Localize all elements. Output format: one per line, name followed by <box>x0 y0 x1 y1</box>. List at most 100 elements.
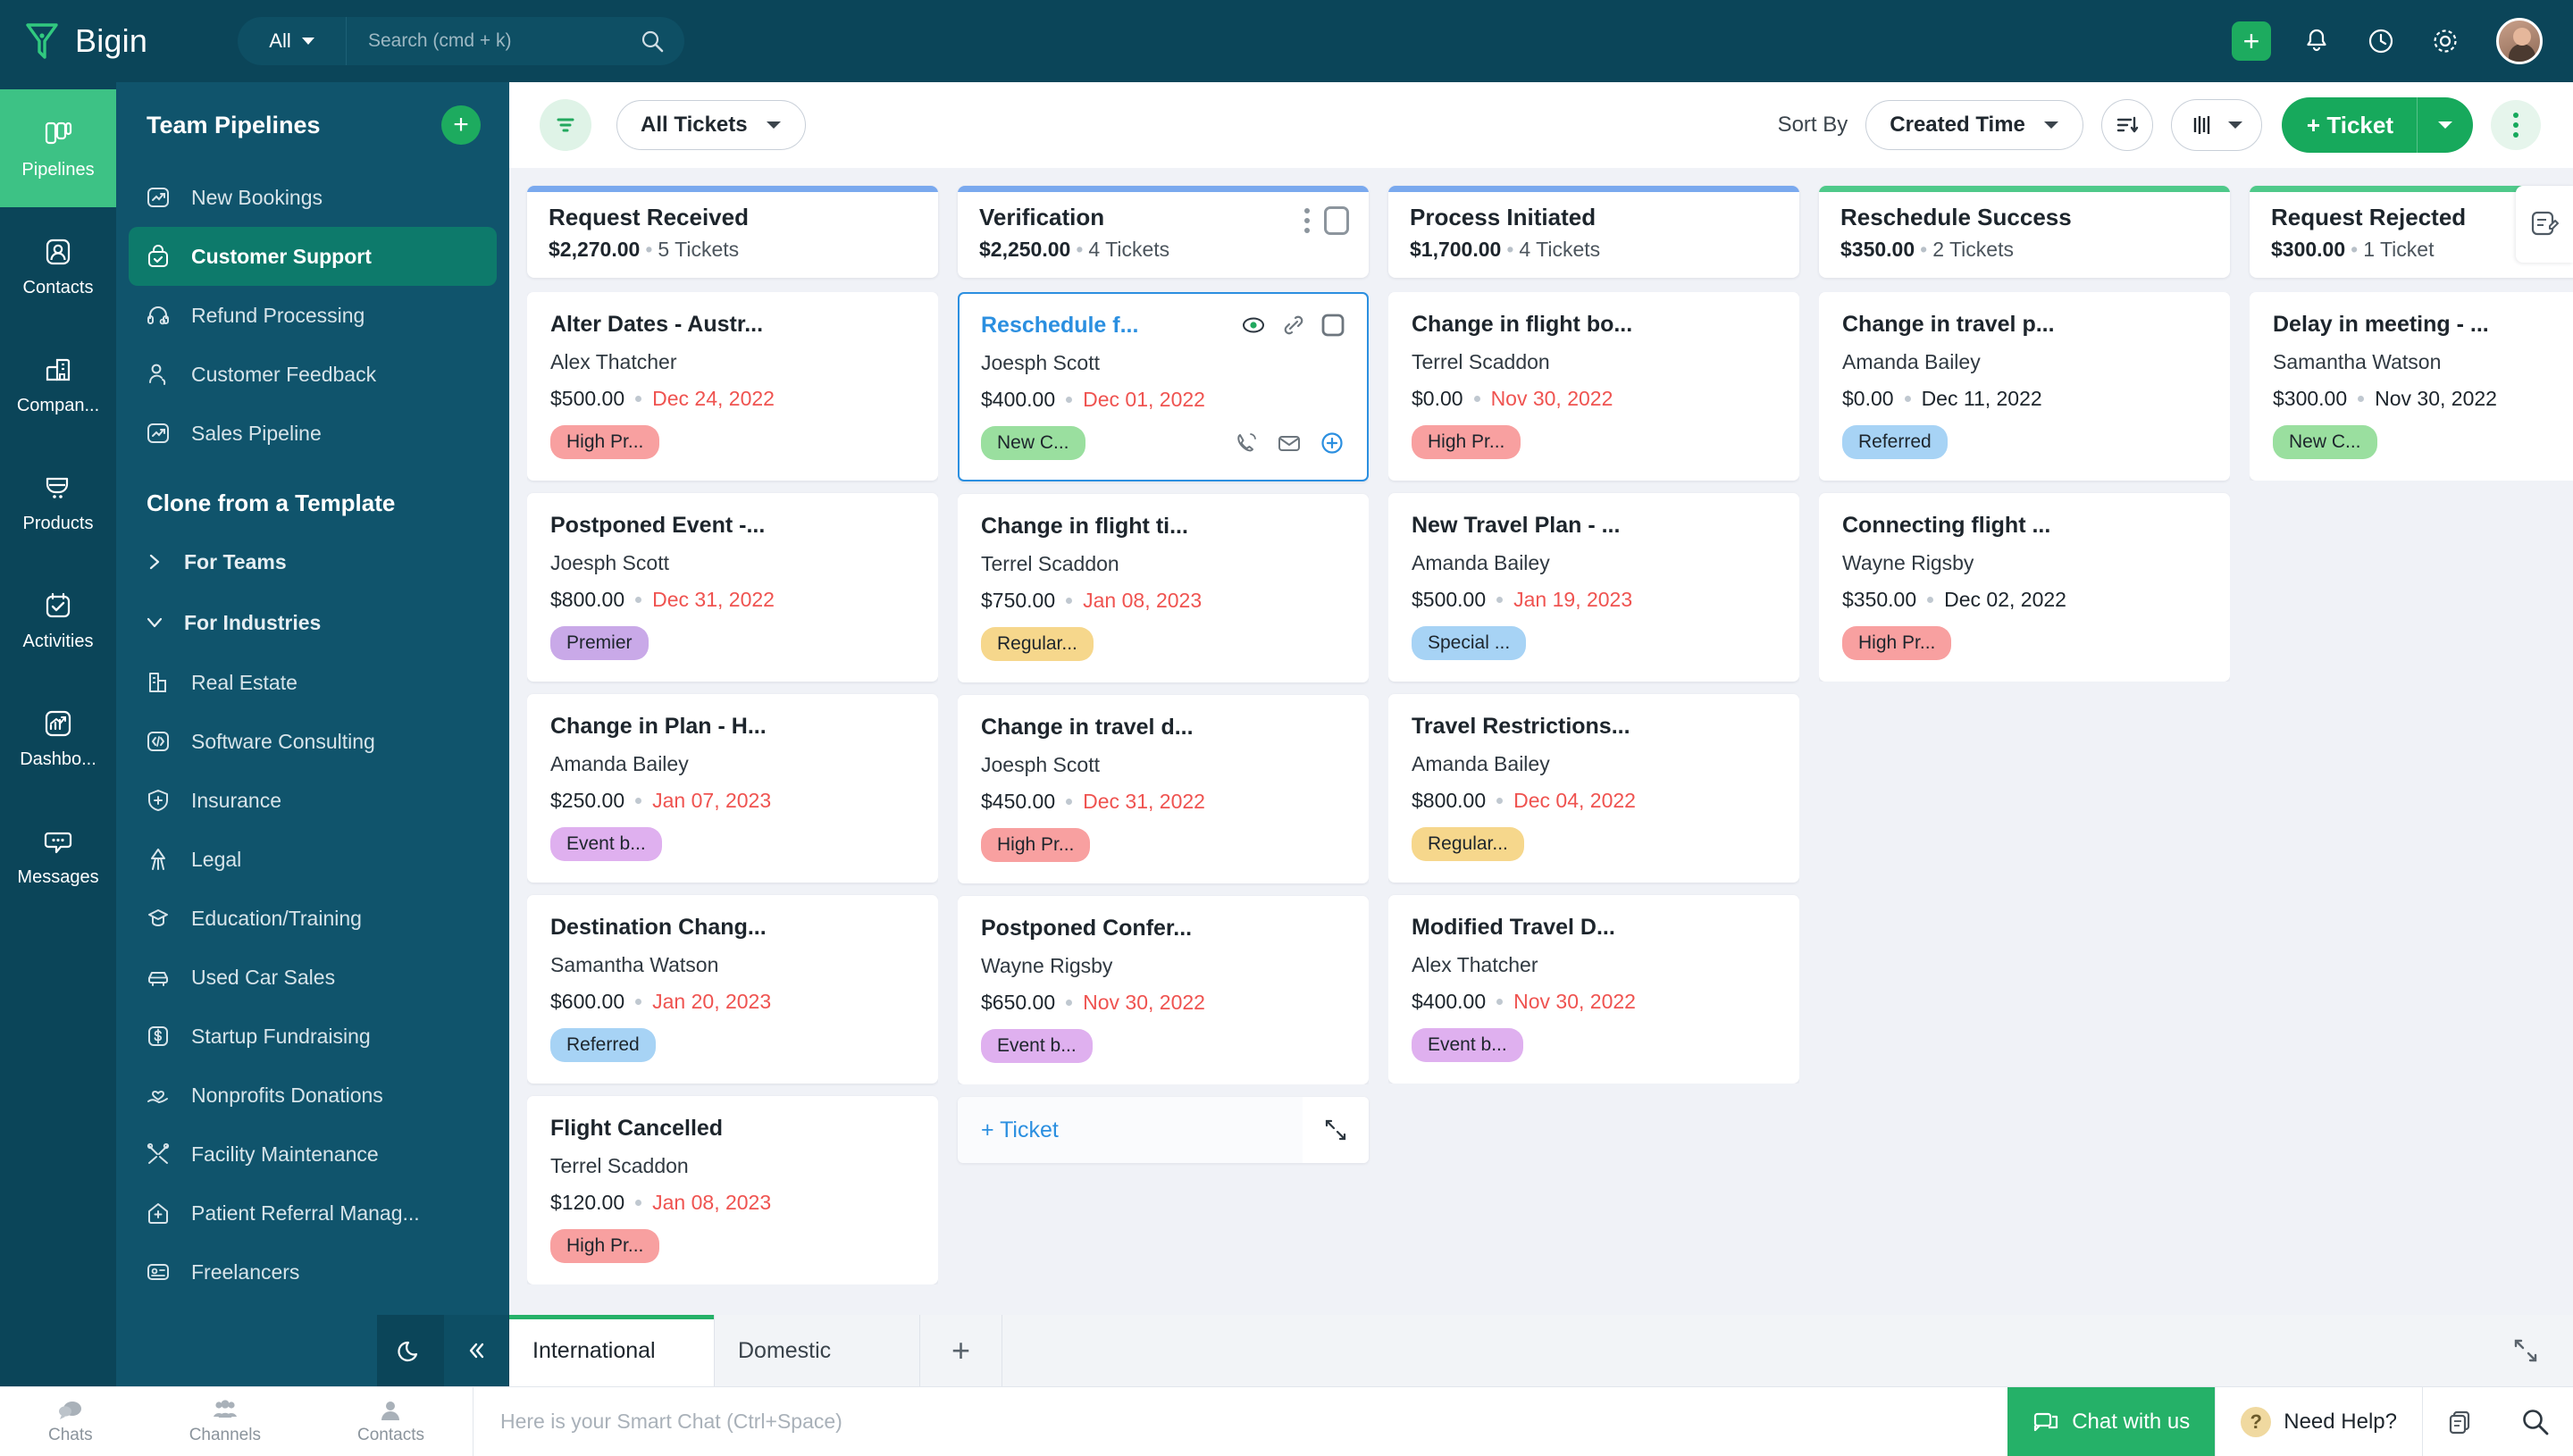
industry-item-facility-maintenance[interactable]: Facility Maintenance <box>129 1125 497 1184</box>
add-tab-button[interactable]: + <box>920 1315 1002 1386</box>
dark-mode-icon[interactable] <box>378 1315 444 1386</box>
main-area: All Tickets Sort By Created Time <box>509 82 2573 1386</box>
link-icon[interactable] <box>1281 313 1306 338</box>
sort-descending-icon[interactable] <box>2101 99 2153 151</box>
ticket-card[interactable]: Postponed Event -... Joesph Scott $800.0… <box>527 493 938 682</box>
ticket-title: Flight Cancelled <box>550 1116 723 1142</box>
board-more-menu[interactable] <box>2491 100 2541 150</box>
rail-item-messages[interactable]: Messages <box>0 797 116 915</box>
new-ticket-button[interactable]: + Ticket <box>2282 97 2473 153</box>
column-amount: $350.00 <box>1840 238 1915 261</box>
industry-item-startup-fundraising[interactable]: Startup Fundraising <box>129 1007 497 1066</box>
status-item-channels[interactable]: Channels <box>189 1399 261 1445</box>
global-search[interactable]: All Search (cmd + k) <box>238 17 684 65</box>
pipeline-item-customer-support[interactable]: Customer Support <box>129 227 497 286</box>
tab-domestic[interactable]: Domestic <box>715 1315 920 1386</box>
industry-item-used-car-sales[interactable]: Used Car Sales <box>129 948 497 1007</box>
industry-item-insurance[interactable]: Insurance <box>129 771 497 830</box>
avatar[interactable] <box>2496 18 2543 64</box>
filter-icon[interactable] <box>540 99 591 151</box>
email-icon[interactable] <box>1276 430 1303 456</box>
ticket-card[interactable]: Change in travel d... Joesph Scott $450.… <box>958 695 1369 883</box>
select-checkbox[interactable] <box>1320 312 1345 339</box>
add-ticket-button[interactable]: + Ticket <box>958 1117 1059 1143</box>
search-placeholder: Search (cmd + k) <box>368 30 511 52</box>
ticket-card-selected[interactable]: Reschedule f... <box>958 292 1369 481</box>
column-name: Process Initiated <box>1410 204 1600 231</box>
gear-icon[interactable] <box>2426 22 2464 60</box>
column-header: Request Received $2,270.00•5 Tickets <box>527 186 938 278</box>
ticket-card[interactable]: Flight Cancelled Terrel Scaddon $120.00J… <box>527 1096 938 1284</box>
rail-item-companies[interactable]: Compan... <box>0 325 116 443</box>
ticket-card[interactable]: Alter Dates - Austr... Alex Thatcher $50… <box>527 292 938 481</box>
sort-select[interactable]: Created Time <box>1865 100 2083 150</box>
ticket-tag: New C... <box>981 426 1085 460</box>
rail-item-activities[interactable]: Activities <box>0 561 116 679</box>
ticket-tag: High Pr... <box>1842 626 1951 660</box>
column-more-menu[interactable] <box>1304 208 1310 233</box>
ticket-tag: Regular... <box>981 627 1094 661</box>
industry-item-legal[interactable]: Legal <box>129 830 497 889</box>
view-select[interactable]: All Tickets <box>616 100 806 150</box>
ticket-card[interactable]: Connecting flight ... Wayne Rigsby $350.… <box>1819 493 2230 682</box>
ticket-card[interactable]: Postponed Confer... Wayne Rigsby $650.00… <box>958 896 1369 1084</box>
status-item-chats[interactable]: Chats <box>48 1399 93 1445</box>
ticket-card[interactable]: Destination Chang... Samantha Watson $60… <box>527 895 938 1084</box>
brand[interactable]: Bigin <box>0 21 204 61</box>
column-header: Verification $2,250.00•4 Tickets <box>958 186 1369 278</box>
collapse-panel-icon[interactable] <box>444 1315 508 1386</box>
group-for-industries[interactable]: For Industries <box>116 592 509 653</box>
search-scope-select[interactable]: All <box>238 17 347 65</box>
need-help-button[interactable]: ? Need Help? <box>2215 1387 2423 1456</box>
add-pipeline-button[interactable]: + <box>441 105 481 145</box>
column-amount: $2,250.00 <box>979 238 1070 261</box>
notes-panel-toggle[interactable] <box>2516 186 2573 263</box>
group-label: For Industries <box>184 611 321 635</box>
search-icon[interactable] <box>2498 1387 2573 1456</box>
smart-chat-input[interactable]: Here is your Smart Chat (Ctrl+Space) <box>474 1387 2007 1456</box>
column-name: Request Received <box>549 204 749 231</box>
rail-item-contacts[interactable]: Contacts <box>0 207 116 325</box>
panel-title: Team Pipelines <box>147 112 321 139</box>
industry-item-software-consulting[interactable]: Software Consulting <box>129 712 497 771</box>
rail-item-dashboards[interactable]: Dashbo... <box>0 679 116 797</box>
ticket-card[interactable]: Modified Travel D... Alex Thatcher $400.… <box>1388 895 1799 1084</box>
notes-icon[interactable] <box>2423 1387 2498 1456</box>
new-ticket-dropdown[interactable] <box>2418 120 2473 130</box>
rail-item-pipelines[interactable]: Pipelines <box>0 89 116 207</box>
collapse-column-icon[interactable] <box>1303 1097 1369 1163</box>
column-collapse-icon[interactable] <box>1324 206 1349 235</box>
ticket-card[interactable]: New Travel Plan - ... Amanda Bailey $500… <box>1388 493 1799 682</box>
rail-item-products[interactable]: Products <box>0 443 116 561</box>
pipeline-item-sales-pipeline[interactable]: Sales Pipeline <box>129 404 497 463</box>
tools-icon <box>145 1141 172 1167</box>
plus-icon[interactable]: + <box>2232 21 2271 61</box>
expand-icon[interactable] <box>2510 1335 2541 1366</box>
ticket-card[interactable]: Change in flight ti... Terrel Scaddon $7… <box>958 494 1369 682</box>
pipeline-item-new-bookings[interactable]: New Bookings <box>129 168 497 227</box>
call-icon[interactable] <box>1233 430 1260 456</box>
group-for-teams[interactable]: For Teams <box>116 531 509 592</box>
ticket-card[interactable]: Change in Plan - H... Amanda Bailey $250… <box>527 694 938 883</box>
ticket-date: Jan 08, 2023 <box>652 1191 771 1215</box>
ticket-card[interactable]: Travel Restrictions... Amanda Bailey $80… <box>1388 694 1799 883</box>
clock-icon[interactable] <box>2362 22 2400 60</box>
ticket-card[interactable]: Delay in meeting - ... Samantha Watson $… <box>2250 292 2573 481</box>
industry-item-nonprofits-donations[interactable]: Nonprofits Donations <box>129 1066 497 1125</box>
industry-item-patient-referral[interactable]: Patient Referral Manag... <box>129 1184 497 1243</box>
search-input[interactable]: Search (cmd + k) <box>347 29 684 54</box>
pipeline-item-customer-feedback[interactable]: Customer Feedback <box>129 345 497 404</box>
industry-item-real-estate[interactable]: Real Estate <box>129 653 497 712</box>
status-item-contacts[interactable]: Contacts <box>357 1399 424 1445</box>
pipeline-item-refund-processing[interactable]: Refund Processing <box>129 286 497 345</box>
columns-select[interactable] <box>2171 99 2262 151</box>
industry-item-education-training[interactable]: Education/Training <box>129 889 497 948</box>
tab-international[interactable]: International <box>509 1315 715 1386</box>
chat-with-us-button[interactable]: Chat with us <box>2007 1387 2215 1456</box>
industry-item-freelancers[interactable]: Freelancers <box>129 1243 497 1301</box>
bell-icon[interactable] <box>2298 22 2335 60</box>
add-activity-icon[interactable] <box>1319 430 1345 456</box>
ticket-card[interactable]: Change in travel p... Amanda Bailey $0.0… <box>1819 292 2230 481</box>
ticket-card[interactable]: Change in flight bo... Terrel Scaddon $0… <box>1388 292 1799 481</box>
preview-eye-icon[interactable] <box>1240 312 1267 339</box>
